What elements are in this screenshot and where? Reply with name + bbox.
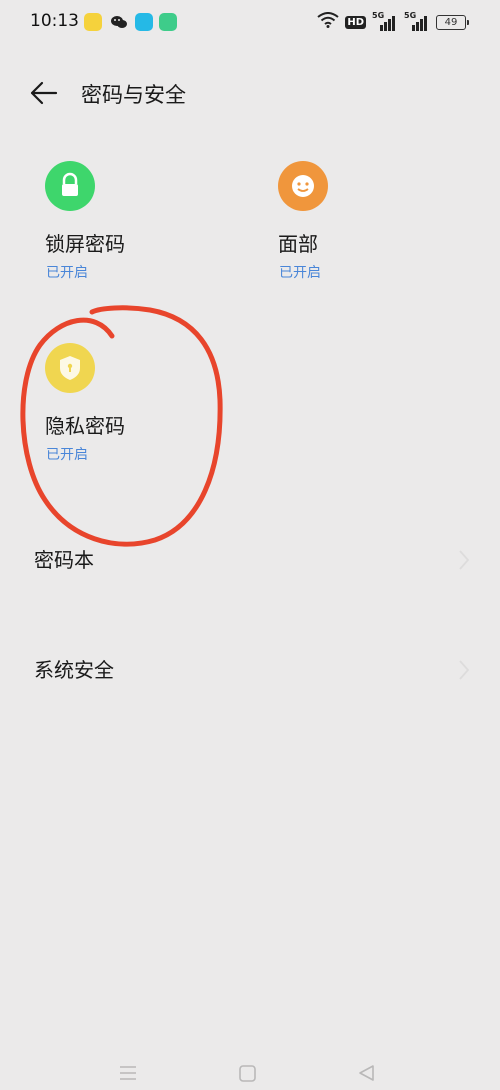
back-arrow-icon bbox=[30, 81, 58, 105]
home-square-icon bbox=[239, 1065, 256, 1082]
home-nav-button[interactable] bbox=[237, 1062, 259, 1084]
tile-title: 面部 bbox=[278, 232, 318, 256]
wifi-icon bbox=[317, 12, 339, 32]
face-icon bbox=[278, 161, 328, 211]
signal-icon-2: 5G bbox=[404, 11, 430, 31]
tile-title: 锁屏密码 bbox=[45, 232, 125, 256]
status-bar: 10:13 HD 5G 5G 49 bbox=[0, 0, 500, 44]
page-title: 密码与安全 bbox=[81, 83, 186, 107]
row-label: 系统安全 bbox=[34, 658, 114, 682]
tile-privacy-password[interactable]: 隐私密码 已开启 bbox=[45, 343, 225, 483]
row-password-book[interactable]: 密码本 bbox=[0, 530, 500, 590]
menu-nav-button[interactable] bbox=[117, 1062, 139, 1084]
tile-title: 隐私密码 bbox=[45, 414, 125, 438]
tile-face[interactable]: 面部 已开启 bbox=[278, 161, 458, 301]
menu-icon bbox=[120, 1066, 136, 1080]
chevron-right-icon bbox=[459, 660, 470, 680]
row-system-security[interactable]: 系统安全 bbox=[0, 640, 500, 700]
tile-lock-screen-password[interactable]: 锁屏密码 已开启 bbox=[45, 161, 225, 301]
shield-icon bbox=[45, 343, 95, 393]
row-label: 密码本 bbox=[34, 548, 94, 572]
wechat-icon bbox=[110, 13, 128, 31]
back-button[interactable] bbox=[30, 80, 58, 106]
chevron-right-icon bbox=[459, 550, 470, 570]
back-triangle-icon bbox=[359, 1065, 374, 1081]
tile-status: 已开启 bbox=[279, 265, 321, 281]
navigation-bar bbox=[0, 1050, 500, 1090]
e-app-icon bbox=[135, 13, 153, 31]
store-app-icon bbox=[159, 13, 177, 31]
status-time: 10:13 bbox=[30, 11, 79, 31]
tile-status: 已开启 bbox=[46, 265, 88, 281]
battery-indicator: 49 bbox=[436, 14, 469, 30]
signal-icon: 5G bbox=[372, 11, 398, 31]
back-nav-button[interactable] bbox=[356, 1062, 378, 1084]
lock-icon bbox=[45, 161, 95, 211]
bee-app-icon bbox=[84, 13, 102, 31]
hd-badge: HD bbox=[345, 15, 366, 29]
tile-status: 已开启 bbox=[46, 447, 88, 463]
